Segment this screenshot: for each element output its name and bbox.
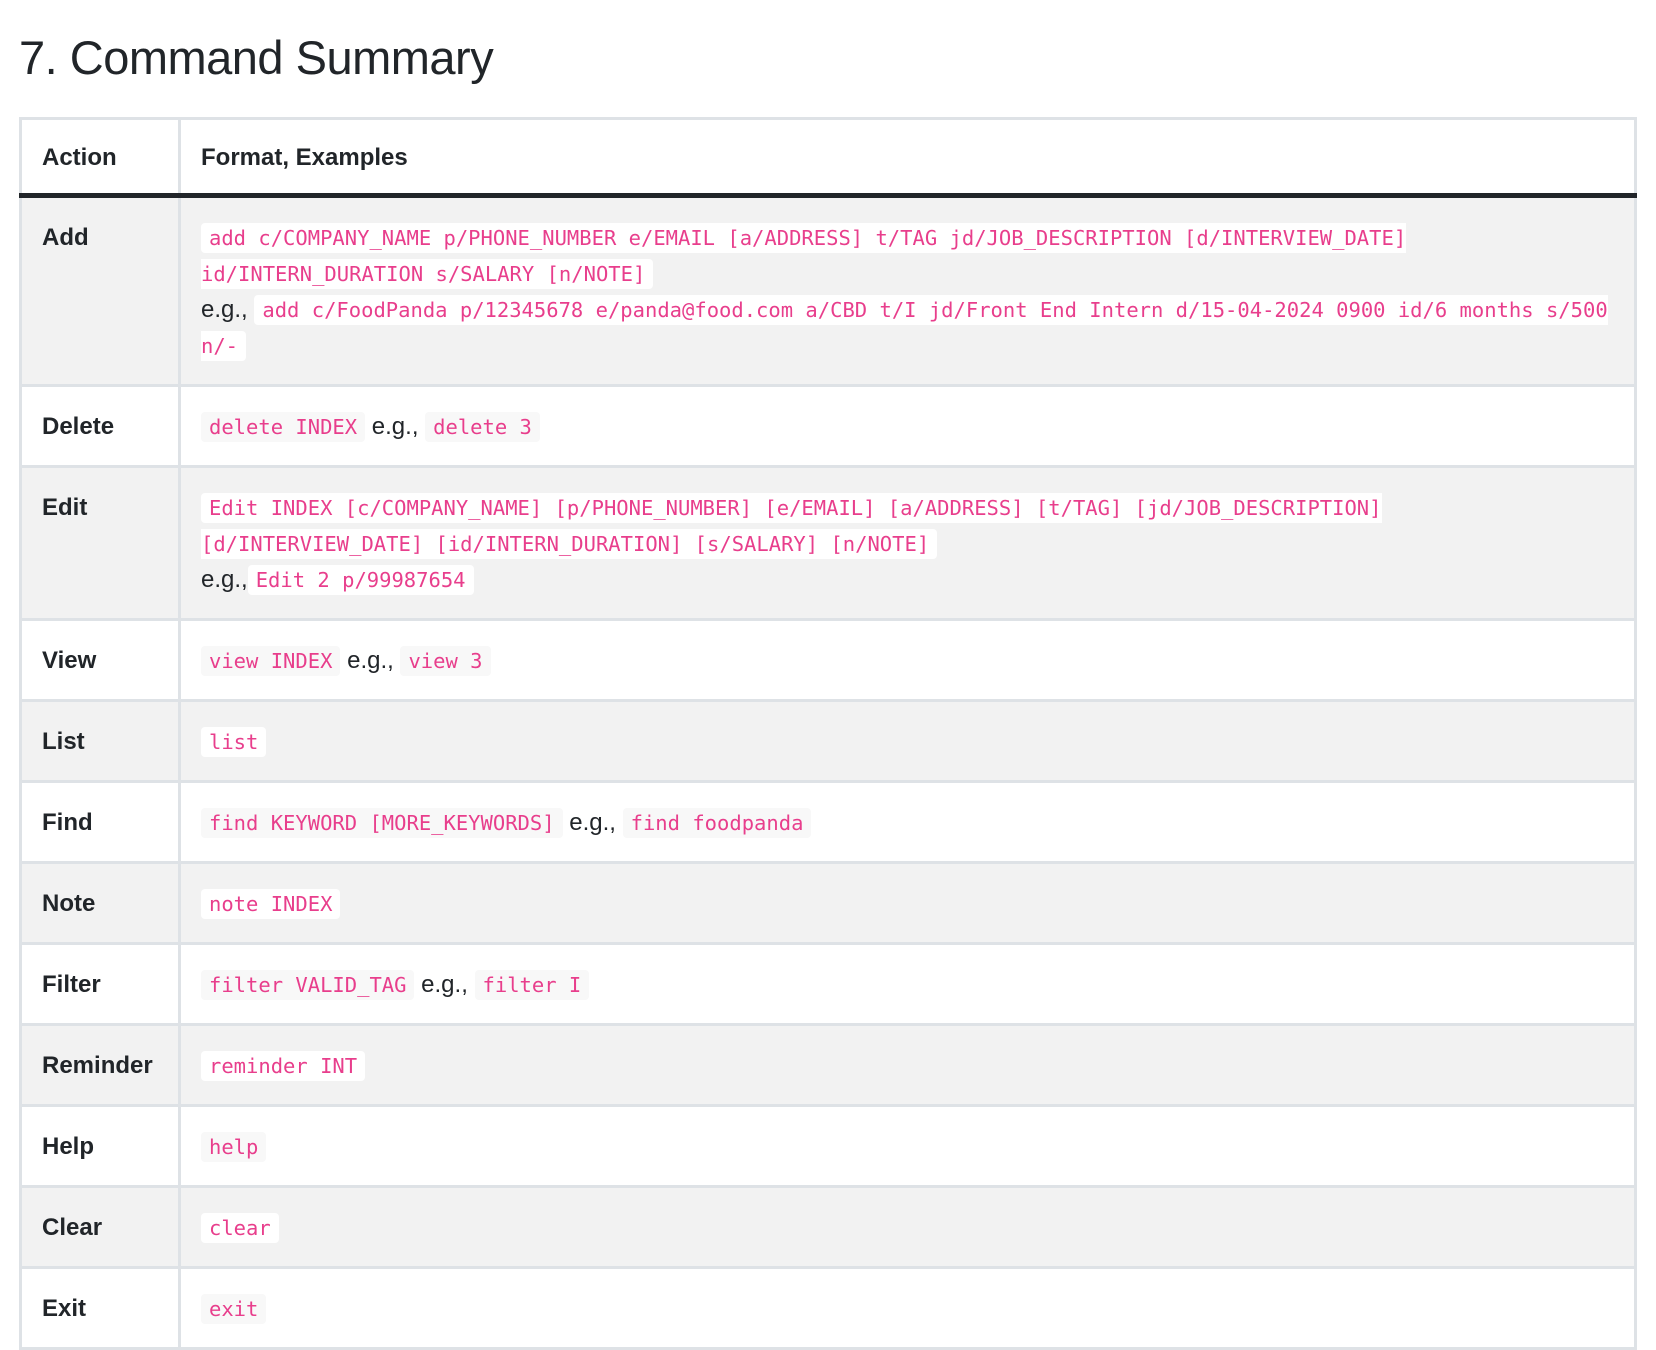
example-code: find foodpanda bbox=[622, 808, 812, 839]
example-code: filter I bbox=[474, 970, 590, 1001]
format-line: add c/COMPANY_NAME p/PHONE_NUMBER e/EMAI… bbox=[201, 220, 1614, 292]
example-code: Edit 2 p/99987654 bbox=[247, 565, 474, 596]
example-line: e.g., add c/FoodPanda p/12345678 e/panda… bbox=[201, 292, 1614, 364]
format-cell: find KEYWORD [MORE_KEYWORDS] e.g., find … bbox=[178, 780, 1637, 865]
action-cell: Exit bbox=[19, 1266, 181, 1350]
table-body: Add add c/COMPANY_NAME p/PHONE_NUMBER e/… bbox=[19, 194, 1637, 1350]
format-code: filter VALID_TAG bbox=[201, 970, 415, 1001]
format-cell: Edit INDEX [c/COMPANY_NAME] [p/PHONE_NUM… bbox=[178, 465, 1637, 622]
format-code: exit bbox=[201, 1294, 267, 1325]
format-cell: clear bbox=[178, 1185, 1637, 1270]
action-cell: Delete bbox=[19, 384, 181, 469]
table-row-add: Add add c/COMPANY_NAME p/PHONE_NUMBER e/… bbox=[19, 194, 1637, 388]
format-cell: exit bbox=[178, 1266, 1637, 1350]
format-code: help bbox=[201, 1132, 267, 1163]
format-code: clear bbox=[201, 1213, 279, 1244]
example-code: delete 3 bbox=[425, 412, 540, 443]
header-format: Format, Examples bbox=[178, 117, 1637, 199]
table-row-edit: Edit Edit INDEX [c/COMPANY_NAME] [p/PHON… bbox=[19, 465, 1637, 622]
format-code: delete INDEX bbox=[201, 412, 366, 443]
action-cell: Reminder bbox=[19, 1023, 181, 1108]
eg-label: e.g., bbox=[421, 971, 468, 999]
table-row-clear: Clear clear bbox=[19, 1185, 1637, 1270]
table-row-exit: Exit exit bbox=[19, 1266, 1637, 1350]
action-cell: Help bbox=[19, 1104, 181, 1189]
document: 7. Command Summary Action Format, Exampl… bbox=[19, 30, 1637, 1350]
format-cell: list bbox=[178, 699, 1637, 784]
table-header-row: Action Format, Examples bbox=[19, 117, 1637, 199]
command-summary-table: Action Format, Examples Add add c/COMPAN… bbox=[19, 117, 1637, 1350]
format-code: list bbox=[201, 727, 267, 758]
action-cell: Find bbox=[19, 780, 181, 865]
table-header: Action Format, Examples bbox=[19, 117, 1637, 199]
action-cell: Edit bbox=[19, 465, 181, 622]
table-row-filter: Filter filter VALID_TAG e.g., filter I bbox=[19, 942, 1637, 1027]
format-cell: help bbox=[178, 1104, 1637, 1189]
eg-label: e.g., bbox=[347, 647, 394, 675]
example-code: view 3 bbox=[400, 646, 491, 677]
table-row-delete: Delete delete INDEX e.g., delete 3 bbox=[19, 384, 1637, 469]
eg-label: e.g., bbox=[569, 809, 616, 837]
format-code: add c/COMPANY_NAME p/PHONE_NUMBER e/EMAI… bbox=[201, 223, 1407, 290]
section-title: 7. Command Summary bbox=[19, 31, 494, 84]
table-row-view: View view INDEX e.g., view 3 bbox=[19, 618, 1637, 703]
eg-label: e.g., bbox=[201, 296, 248, 324]
table-row-find: Find find KEYWORD [MORE_KEYWORDS] e.g., … bbox=[19, 780, 1637, 865]
format-cell: reminder INT bbox=[178, 1023, 1637, 1108]
format-cell: view INDEX e.g., view 3 bbox=[178, 618, 1637, 703]
table-row-reminder: Reminder reminder INT bbox=[19, 1023, 1637, 1108]
format-code: reminder INT bbox=[201, 1051, 366, 1082]
format-code: note INDEX bbox=[201, 889, 341, 920]
action-cell: Note bbox=[19, 861, 181, 946]
table-row-help: Help help bbox=[19, 1104, 1637, 1189]
action-cell: Clear bbox=[19, 1185, 181, 1270]
format-cell: delete INDEX e.g., delete 3 bbox=[178, 384, 1637, 469]
eg-label: e.g., bbox=[371, 413, 419, 441]
eg-label: e.g., bbox=[201, 566, 248, 594]
format-code: view INDEX bbox=[201, 646, 341, 677]
action-cell: Add bbox=[19, 194, 181, 388]
action-cell: Filter bbox=[19, 942, 181, 1027]
format-code: find KEYWORD [MORE_KEYWORDS] bbox=[201, 808, 563, 839]
table-row-list: List list bbox=[19, 699, 1637, 784]
header-action: Action bbox=[19, 117, 181, 199]
action-cell: List bbox=[19, 699, 181, 784]
format-cell: note INDEX bbox=[178, 861, 1637, 946]
format-line: Edit INDEX [c/COMPANY_NAME] [p/PHONE_NUM… bbox=[201, 490, 1614, 562]
example-code: add c/FoodPanda p/12345678 e/panda@food.… bbox=[201, 295, 1608, 362]
format-code: Edit INDEX [c/COMPANY_NAME] [p/PHONE_NUM… bbox=[201, 493, 1382, 560]
table-row-note: Note note INDEX bbox=[19, 861, 1637, 946]
example-line: e.g., Edit 2 p/99987654 bbox=[201, 562, 1614, 598]
format-cell: filter VALID_TAG e.g., filter I bbox=[178, 942, 1637, 1027]
action-cell: View bbox=[19, 618, 181, 703]
format-cell: add c/COMPANY_NAME p/PHONE_NUMBER e/EMAI… bbox=[178, 194, 1637, 388]
